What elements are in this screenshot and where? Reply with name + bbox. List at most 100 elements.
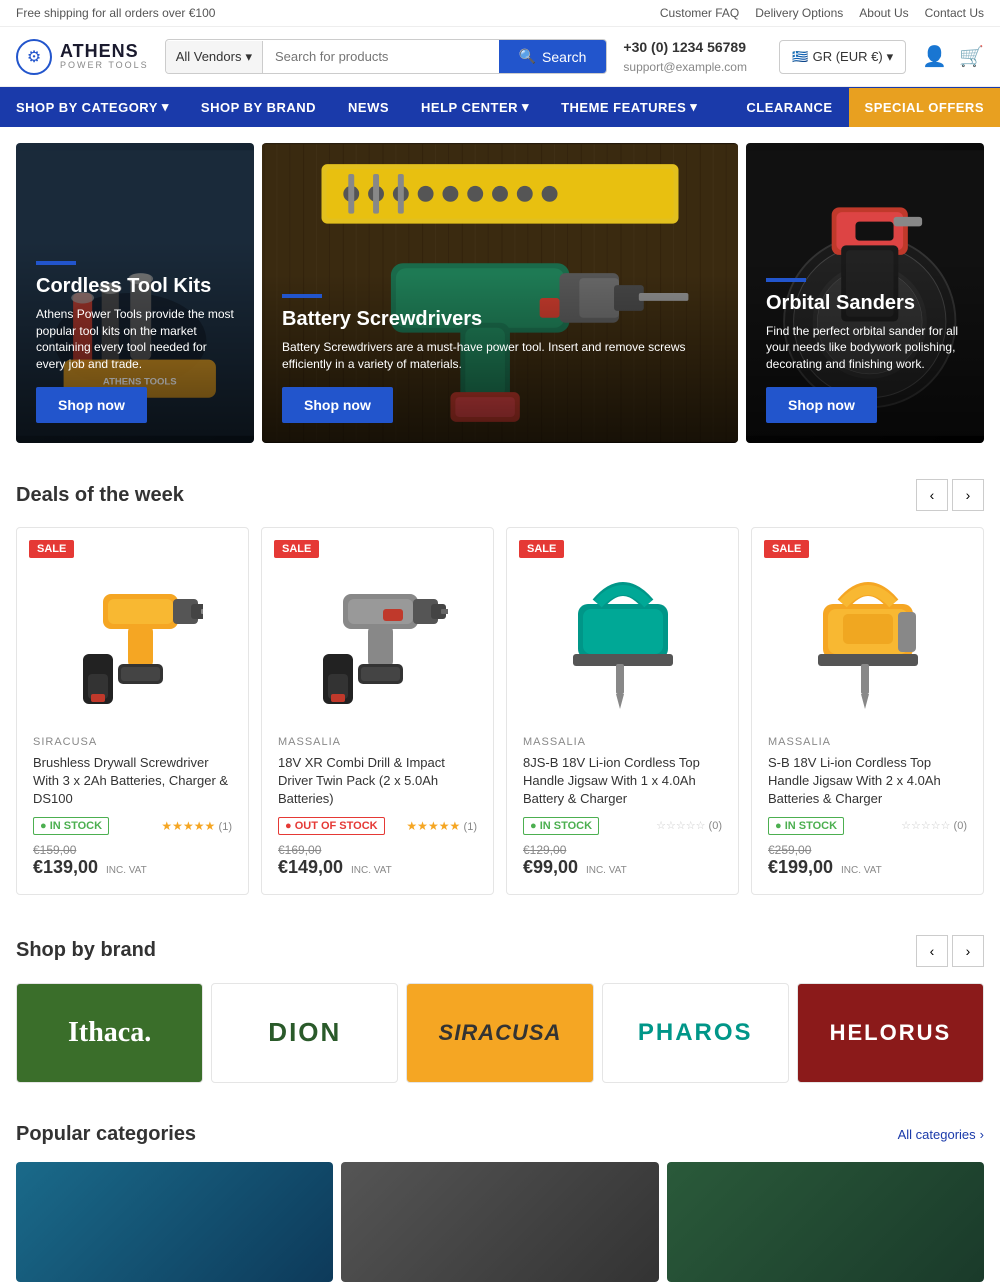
product-prices-3: €129,00 €99,00 INC. VAT	[523, 843, 722, 878]
banner-3-content: Orbital Sanders Find the perfect orbital…	[746, 258, 984, 443]
product-card-4: SALE	[751, 527, 984, 895]
inc-vat-4: INC. VAT	[841, 865, 882, 876]
cart-icon[interactable]: 🛒	[959, 44, 984, 69]
header-icons: 👤 🛒	[922, 44, 984, 69]
category-card-3[interactable]	[667, 1162, 984, 1282]
category-card-2[interactable]	[341, 1162, 658, 1282]
product-footer-1: ● IN STOCK ★★★★★ (1)	[33, 817, 232, 835]
nav-theme-features[interactable]: THEME FEATURES ▾	[545, 87, 713, 127]
new-price-1: €139,00	[33, 857, 98, 877]
deals-section: Deals of the week ‹ › SALE	[0, 459, 1000, 915]
nav-special-offers[interactable]: SPECIAL OFFERS	[849, 88, 1000, 127]
chevron-down-icon: ▾	[690, 99, 697, 115]
banner-accent-2	[282, 294, 322, 298]
stock-status-4: ● IN STOCK	[768, 817, 844, 835]
stock-status-3: ● IN STOCK	[523, 817, 599, 835]
brands-prev-btn[interactable]: ‹	[916, 935, 948, 967]
product-brand-1: SIRACUSA	[33, 736, 232, 748]
product-img-1	[33, 544, 232, 724]
top-bar: Free shipping for all orders over €100 C…	[0, 0, 1000, 27]
banner-sanders: Orbital Sanders Find the perfect orbital…	[746, 143, 984, 443]
nav-shop-by-brand[interactable]: SHOP BY BRAND	[185, 87, 332, 127]
product-name-1: Brushless Drywall Screwdriver With 3 x 2…	[33, 754, 232, 809]
banner-1-desc: Athens Power Tools provide the most popu…	[36, 306, 234, 373]
top-bar-links: Customer FAQ Delivery Options About Us C…	[660, 6, 984, 20]
nav-right: CLEARANCE SPECIAL OFFERS	[730, 88, 1000, 127]
banner-cordless-kits: ATHENS TOOLS Cordless Tool Kits Athens P…	[16, 143, 254, 443]
nav-shop-by-category[interactable]: SHOP BY CATEGORY ▾	[0, 87, 185, 127]
product-card-1: SALE	[16, 527, 249, 895]
category-card-1[interactable]	[16, 1162, 333, 1282]
banner-3-title: Orbital Sanders	[766, 292, 964, 315]
deals-prev-btn[interactable]: ‹	[916, 479, 948, 511]
brand-ithaca[interactable]: Ithaca.	[16, 983, 203, 1083]
brand-siracusa[interactable]: SIRACUSA	[406, 983, 593, 1083]
brand-pharos[interactable]: PHAROS	[602, 983, 789, 1083]
inc-vat-1: INC. VAT	[106, 865, 147, 876]
delivery-link[interactable]: Delivery Options	[755, 6, 843, 20]
old-price-3: €129,00	[523, 843, 722, 857]
nav-left: SHOP BY CATEGORY ▾ SHOP BY BRAND NEWS HE…	[0, 87, 730, 127]
categories-title: Popular categories	[16, 1123, 196, 1146]
shipping-text: Free shipping for all orders over €100	[16, 6, 215, 20]
faq-link[interactable]: Customer FAQ	[660, 6, 739, 20]
chevron-down-icon: ▾	[245, 49, 252, 65]
product-card-3: SALE	[506, 527, 739, 895]
banner-section: ATHENS TOOLS Cordless Tool Kits Athens P…	[16, 143, 984, 443]
email-address: support@example.com	[623, 58, 763, 76]
deals-next-btn[interactable]: ›	[952, 479, 984, 511]
search-icon: 🔍	[519, 48, 536, 65]
banner-1-title: Cordless Tool Kits	[36, 275, 234, 298]
banner-2-shop-btn[interactable]: Shop now	[282, 387, 393, 423]
brands-header: Shop by brand ‹ ›	[16, 935, 984, 967]
account-icon[interactable]: 👤	[922, 44, 947, 69]
new-price-3: €99,00	[523, 857, 578, 877]
new-price-2: €149,00	[278, 857, 343, 877]
logo-icon: ⚙	[16, 39, 52, 75]
stars-4: ☆☆☆☆☆ (0)	[901, 819, 967, 832]
stock-status-1: ● IN STOCK	[33, 817, 109, 835]
popular-categories-section: Popular categories All categories ›	[0, 1103, 1000, 1282]
deals-nav-arrows: ‹ ›	[916, 479, 984, 511]
product-name-2: 18V XR Combi Drill & Impact Driver Twin …	[278, 754, 477, 809]
banner-screwdrivers: Battery Screwdrivers Battery Screwdriver…	[262, 143, 738, 443]
deals-title: Deals of the week	[16, 484, 184, 507]
search-button[interactable]: 🔍 Search	[499, 40, 607, 73]
sale-badge-4: SALE	[764, 540, 809, 558]
contact-link[interactable]: Contact Us	[925, 6, 984, 20]
chevron-down-icon: ▾	[162, 99, 169, 115]
product-img-4	[768, 544, 967, 724]
brand-sub: POWER TOOLS	[60, 61, 149, 71]
product-footer-3: ● IN STOCK ☆☆☆☆☆ (0)	[523, 817, 722, 835]
brand-helorus[interactable]: HELORUS	[797, 983, 984, 1083]
old-price-1: €159,00	[33, 843, 232, 857]
product-img-3	[523, 544, 722, 724]
banner-3-shop-btn[interactable]: Shop now	[766, 387, 877, 423]
brand-name: ATHENS	[60, 42, 149, 62]
currency-selector[interactable]: 🇬🇷 GR (EUR €) ▾	[779, 40, 906, 74]
contact-info: +30 (0) 1234 56789 support@example.com	[623, 37, 763, 76]
product-img-2	[278, 544, 477, 724]
chevron-right-icon: ›	[980, 1127, 984, 1142]
brands-nav-arrows: ‹ ›	[916, 935, 984, 967]
all-categories-btn[interactable]: All categories ›	[898, 1127, 984, 1142]
search-area: All Vendors ▾ 🔍 Search	[165, 39, 608, 74]
banner-1-shop-btn[interactable]: Shop now	[36, 387, 147, 423]
brands-next-btn[interactable]: ›	[952, 935, 984, 967]
product-prices-4: €259,00 €199,00 INC. VAT	[768, 843, 967, 878]
categories-preview	[16, 1162, 984, 1262]
vendor-dropdown[interactable]: All Vendors ▾	[166, 41, 263, 73]
nav-news[interactable]: NEWS	[332, 87, 405, 127]
brand-dion[interactable]: DION	[211, 983, 398, 1083]
sale-badge-2: SALE	[274, 540, 319, 558]
nav-clearance[interactable]: CLEARANCE	[730, 88, 848, 127]
product-brand-4: MASSALIA	[768, 736, 967, 748]
products-grid: SALE	[16, 527, 984, 895]
nav-help-center[interactable]: HELP CENTER ▾	[405, 87, 545, 127]
logo[interactable]: ⚙ ATHENS POWER TOOLS	[16, 39, 149, 75]
product-brand-3: MASSALIA	[523, 736, 722, 748]
search-input[interactable]	[263, 41, 499, 72]
about-link[interactable]: About Us	[859, 6, 908, 20]
phone-number: +30 (0) 1234 56789	[623, 37, 763, 58]
banner-1-content: Cordless Tool Kits Athens Power Tools pr…	[16, 241, 254, 443]
